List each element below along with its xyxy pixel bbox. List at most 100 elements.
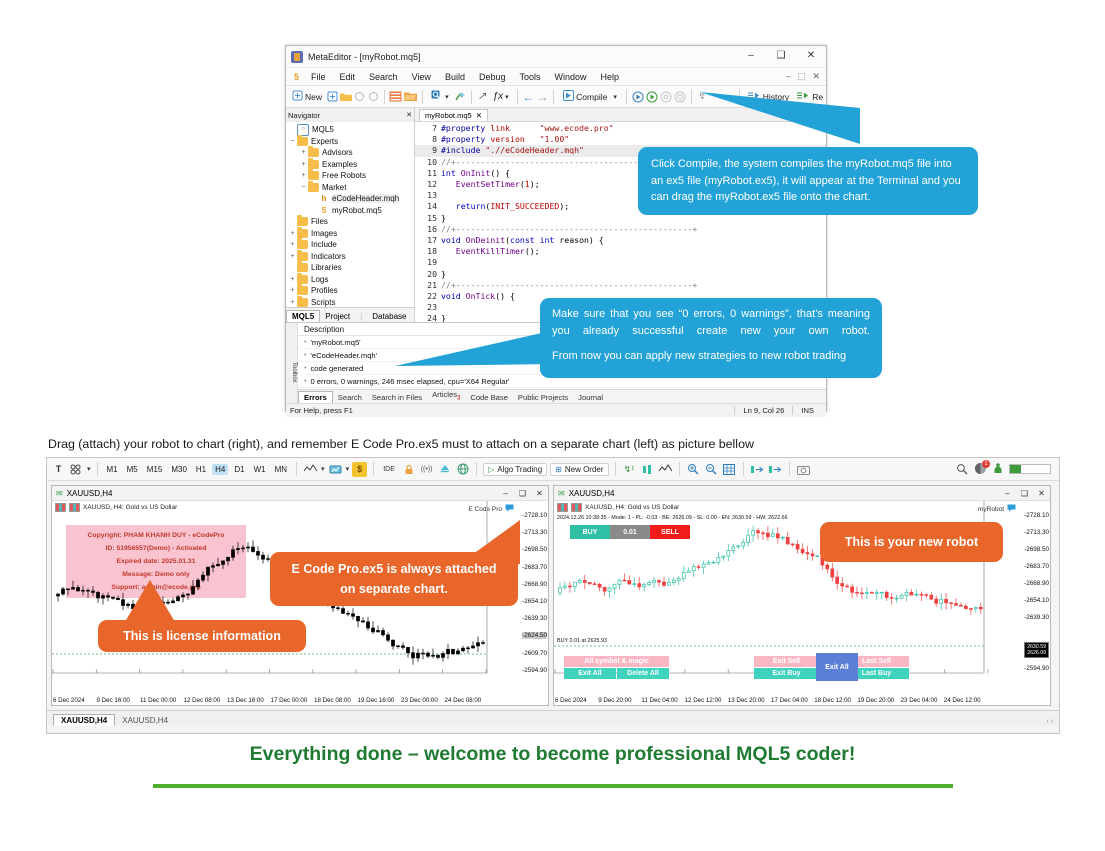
connection-icon[interactable] (992, 462, 1004, 476)
close-icon[interactable]: ✕ (476, 111, 482, 120)
timeframe-w1[interactable]: W1 (251, 464, 269, 475)
globe-icon[interactable] (455, 462, 470, 477)
navigator-item-myrobot-mq5[interactable]: 5 myRobot.mq5 (286, 205, 414, 217)
crosshair-icon[interactable]: ↯¹ (622, 462, 637, 477)
menu-file[interactable]: File (304, 71, 333, 83)
panel-icon[interactable] (389, 89, 402, 104)
new-button[interactable]: New (289, 89, 325, 104)
timeframe-m30[interactable]: M30 (168, 464, 190, 475)
bars-icon[interactable] (640, 462, 655, 477)
toolbox-tab-search-in-files[interactable]: Search in Files (367, 392, 427, 403)
grid-icon[interactable] (722, 462, 737, 477)
navigator-item-free-robots[interactable]: + Free Robots (286, 169, 414, 182)
expander[interactable]: + (299, 149, 308, 156)
toolbox-tab-search[interactable]: Search (333, 392, 367, 403)
expander[interactable]: + (288, 276, 297, 283)
menu-search[interactable]: Search (362, 71, 405, 83)
zoom-out-icon[interactable] (704, 462, 719, 477)
close-button[interactable]: ✕ (1033, 489, 1050, 498)
navigator-item-logs[interactable]: + Logs (286, 272, 414, 286)
exit-buy-button[interactable]: Exit Buy (754, 668, 819, 679)
bottom-tab-0[interactable]: XAUUSD,H4 (53, 714, 116, 726)
menu-view[interactable]: View (405, 71, 438, 83)
expander[interactable]: + (288, 287, 297, 294)
folder-icon[interactable] (340, 89, 353, 104)
document-window-controls[interactable]: – ⬚ ✕ (786, 71, 826, 82)
bottom-tabs-scroll-arrows[interactable]: ‹ › (1039, 717, 1059, 726)
menu-help[interactable]: Help (594, 71, 627, 83)
close-button[interactable]: ✕ (531, 489, 548, 498)
delete-all-button[interactable]: Delete All (617, 668, 669, 679)
signal-icon[interactable]: ((•)) (419, 462, 434, 477)
navigator-item-scripts[interactable]: + Scripts (286, 295, 414, 308)
timeframe-h4[interactable]: H4 (212, 463, 229, 475)
editor-tab-myrobot[interactable]: myRobot.mq5 ✕ (419, 108, 488, 121)
menu-window[interactable]: Window (548, 71, 594, 83)
buy-button[interactable]: BUY (570, 525, 610, 539)
back-arrow-icon[interactable]: ← (522, 89, 534, 104)
stop-icon[interactable] (674, 89, 686, 104)
close-icon[interactable]: ✕ (406, 111, 412, 119)
ide-button[interactable]: IDE (380, 462, 398, 477)
navigator-item-libraries[interactable]: Libraries (286, 261, 414, 274)
maximize-button[interactable]: ❑ (1016, 489, 1033, 498)
undo-icon[interactable] (354, 89, 365, 104)
minimize-button[interactable]: – (736, 46, 766, 67)
minimize-button[interactable]: – (999, 489, 1016, 498)
navigator-item-files[interactable]: Files (286, 215, 414, 228)
navigator-item-experts[interactable]: − Experts (286, 134, 414, 148)
run-icon[interactable] (646, 89, 658, 104)
exit-all-button-center[interactable]: Exit All (816, 653, 858, 681)
menu-debug[interactable]: Debug (472, 71, 513, 83)
timeframe-mn[interactable]: MN (272, 464, 290, 475)
expander[interactable]: + (299, 172, 308, 179)
chart-type-dropdown-arrow[interactable]: ▾ (321, 465, 325, 473)
all-symbol-magic-button[interactable]: All symbol & magic (564, 656, 669, 667)
navigator-tab-database[interactable]: Database (367, 311, 411, 322)
find-dropdown-arrow[interactable]: ▾ (445, 93, 449, 101)
timeframe-m15[interactable]: M15 (144, 464, 166, 475)
exit-sell-button[interactable]: Exit Sell (754, 656, 819, 667)
compile-button[interactable]: Compile ▾ (559, 88, 621, 105)
navigator-item-profiles[interactable]: + Profiles (286, 284, 414, 297)
expander[interactable]: − (299, 184, 308, 191)
navigator-item-indicators[interactable]: + Indicators (286, 249, 414, 263)
objects-icon[interactable] (69, 462, 84, 477)
find-button[interactable]: ▾ (428, 89, 452, 104)
menu-build[interactable]: Build (438, 71, 472, 83)
sell-button[interactable]: SELL (650, 525, 690, 539)
shift-left-icon[interactable] (750, 462, 765, 477)
toolbox-tab-journal[interactable]: Journal (573, 392, 608, 403)
bottom-tab-1[interactable]: XAUUSD,H4 (115, 715, 175, 726)
line-chart-icon[interactable] (303, 462, 318, 477)
debug-icon[interactable] (632, 89, 644, 104)
navigator-item-include[interactable]: + Include (286, 238, 414, 251)
navigator-item-ecodeheader-mqh[interactable]: h eCodeHeader.mqh (286, 193, 414, 205)
lock-icon[interactable] (401, 462, 416, 477)
navigator-tab-mql5[interactable]: MQL5 (286, 310, 321, 322)
pause-icon[interactable] (660, 89, 672, 104)
compile-dropdown-arrow[interactable]: ▾ (613, 93, 617, 101)
timeframe-m5[interactable]: M5 (124, 464, 141, 475)
maximize-button[interactable]: ❑ (514, 489, 531, 498)
notifications-icon[interactable]: 1 (974, 459, 990, 477)
text-tool-button[interactable]: T (51, 462, 66, 477)
expander[interactable]: + (288, 299, 297, 306)
toolbox-tab-code-base[interactable]: Code Base (465, 392, 513, 403)
style-icon[interactable] (454, 89, 466, 104)
new-order-button[interactable]: ⊞ New Order (550, 462, 609, 476)
template-icon[interactable] (328, 462, 343, 477)
fx-dropdown-arrow[interactable]: ▾ (505, 93, 509, 101)
lot-size-field[interactable]: 0.01 (610, 525, 650, 539)
algo-trading-button[interactable]: ▷ Algo Trading (483, 462, 548, 476)
navigator-item-images[interactable]: + Images (286, 226, 414, 240)
alert-icon[interactable] (437, 462, 452, 477)
menu-tools[interactable]: Tools (512, 71, 547, 83)
expander[interactable]: + (288, 230, 297, 237)
minimize-button[interactable]: – (497, 489, 514, 498)
forward-arrow-icon[interactable]: → (536, 89, 548, 104)
navigator-tab-project[interactable]: Project (320, 311, 355, 322)
timeframe-d1[interactable]: D1 (231, 464, 247, 475)
indicator-icon[interactable] (658, 462, 673, 477)
navigator-item-advisors[interactable]: + Advisors (286, 146, 414, 159)
